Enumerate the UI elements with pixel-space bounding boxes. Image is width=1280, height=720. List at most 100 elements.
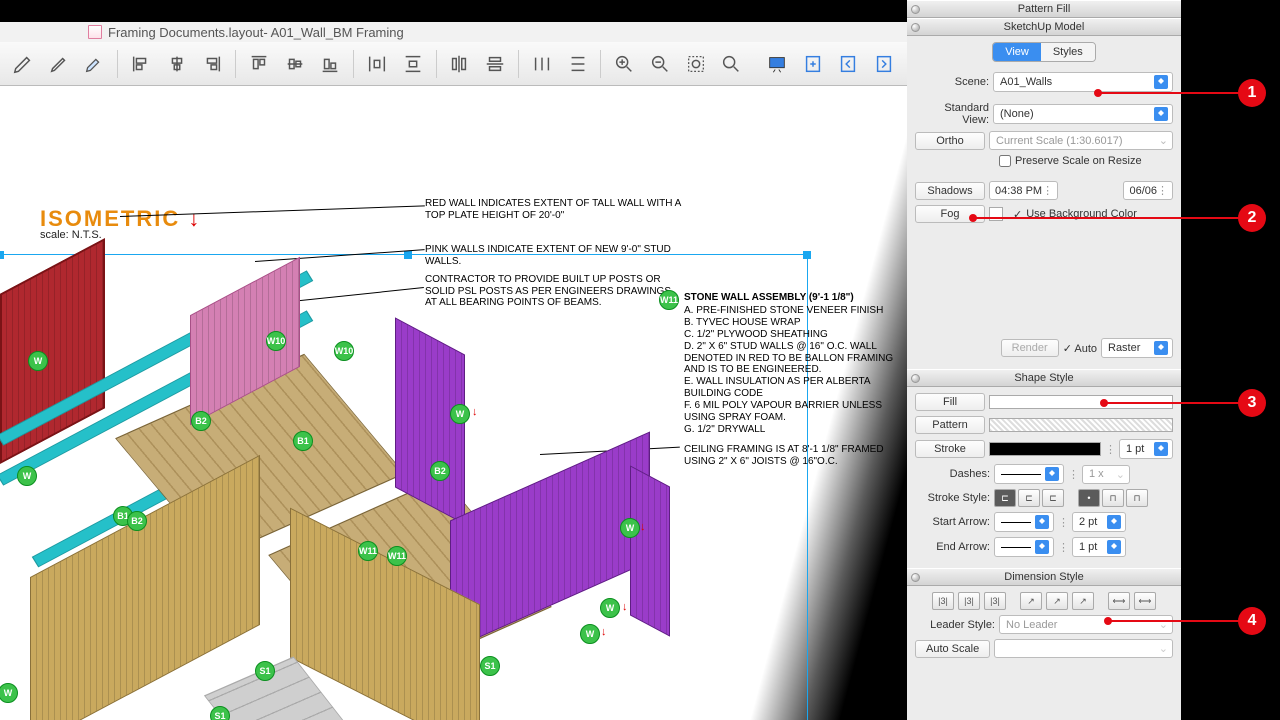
flip-h-icon[interactable] — [447, 50, 473, 78]
preserve-scale-checkbox[interactable] — [999, 155, 1011, 167]
distribute-v-icon[interactable] — [400, 50, 426, 78]
align-left-icon[interactable] — [128, 50, 154, 78]
dash-scale-select[interactable]: 1 x⌄ — [1082, 465, 1130, 484]
tab-view[interactable]: View — [993, 43, 1041, 61]
autoscale-select[interactable]: ⌄ — [994, 639, 1173, 658]
wall-purple-2 — [450, 431, 650, 650]
panel-dimension-style-header[interactable]: Dimension Style — [907, 568, 1181, 586]
align-bottom-icon[interactable] — [318, 50, 344, 78]
dashes-select[interactable] — [994, 464, 1064, 484]
zoom-actual-icon[interactable] — [718, 50, 744, 78]
note-stone-title: STONE WALL ASSEMBLY (9'-1 1/8") — [684, 292, 854, 304]
badge-b1a: B1 — [293, 431, 313, 451]
distribute-gap-v-icon[interactable] — [565, 50, 591, 78]
badge-w11a: W11 — [358, 541, 378, 561]
std-view-label: Standard View: — [915, 102, 989, 126]
pencil-tool-icon[interactable] — [10, 50, 36, 78]
end-arrow-size[interactable]: 1 pt — [1072, 537, 1126, 557]
viewport-title: ISOMETRIC — [40, 206, 180, 231]
ortho-button[interactable]: Ortho — [915, 132, 985, 150]
dim-icon-row[interactable]: |3||3||3| ↗︎↗︎↗︎ ⟷⟷ — [915, 592, 1173, 610]
note-ceiling: CEILING FRAMING IS AT 8'-1 1/8" FRAMED U… — [684, 444, 907, 467]
distribute-gap-h-icon[interactable] — [529, 50, 555, 78]
join-style-group[interactable]: •⊓⊓ — [1078, 489, 1148, 507]
titlebar: Framing Documents.layout- A01_Wall_BM Fr… — [0, 22, 907, 42]
badge-s1c: S1 — [210, 706, 230, 720]
panel-dimension-style-body: |3||3||3| ↗︎↗︎↗︎ ⟷⟷ Leader Style: No Lea… — [907, 586, 1181, 669]
next-page-icon[interactable] — [871, 50, 897, 78]
badge-b2b: B2 — [430, 461, 450, 481]
badge-w10a: W10 — [266, 331, 286, 351]
note-stone-d: D. 2" X 6" STUD WALLS @ 16" O.C. WALL DE… — [684, 341, 907, 376]
start-arrow-size[interactable]: 2 pt — [1072, 512, 1126, 532]
std-view-select[interactable]: (None) — [993, 104, 1173, 124]
note-stone-f: F. 6 MIL POLY VAPOUR BARRIER UNLESS USIN… — [684, 400, 907, 423]
align-top-icon[interactable] — [246, 50, 272, 78]
scale-select[interactable]: Current Scale (1:30.6017)⌄ — [989, 131, 1173, 150]
stroke-button[interactable]: Stroke — [915, 440, 985, 458]
stroke-width-select[interactable]: 1 pt — [1119, 439, 1173, 459]
badge-w1: W — [28, 351, 48, 371]
stroke-swatch[interactable] — [989, 442, 1101, 456]
wall-purple-3 — [630, 465, 670, 636]
highlighter-tool-icon[interactable] — [81, 50, 107, 78]
wall-tan-1 — [30, 455, 260, 720]
panel-sketchup-body: View Styles Scene: A01_Walls Standard Vi… — [907, 36, 1181, 369]
arrow-down-icon: ↓ — [188, 206, 201, 231]
note-pink-wall: PINK WALLS INDICATE EXTENT OF NEW 9'-0" … — [425, 244, 685, 267]
auto-render-checkbox[interactable]: ✓ Auto — [1063, 342, 1097, 355]
shadow-time-input[interactable]: 04:38 PM⋮ — [989, 181, 1058, 200]
distribute-h-icon[interactable] — [364, 50, 390, 78]
pen-tool-icon[interactable] — [46, 50, 72, 78]
panel-pattern-fill-header[interactable]: Pattern Fill — [907, 0, 1181, 18]
tab-styles[interactable]: Styles — [1041, 43, 1095, 61]
end-arrow-select[interactable] — [994, 537, 1054, 557]
callout-4: 4 — [1238, 607, 1266, 635]
flip-v-icon[interactable] — [482, 50, 508, 78]
tabs-view-styles[interactable]: View Styles — [992, 42, 1096, 62]
render-button[interactable]: Render — [1001, 339, 1059, 357]
presentation-icon[interactable] — [764, 50, 790, 78]
shadow-date-input[interactable]: 06/06⋮ — [1123, 181, 1173, 200]
viewport-scale: scale: N.T.S. — [40, 229, 102, 241]
model-viewport[interactable]: W10 W10 W W B2 B1 B2 W B1 B2 W11 W11 W W… — [0, 276, 700, 720]
panel-sketchup-header[interactable]: SketchUp Model — [907, 18, 1181, 36]
pattern-button[interactable]: Pattern — [915, 416, 985, 434]
canvas[interactable]: ISOMETRIC ↓ scale: N.T.S. RED WALL INDIC… — [0, 86, 907, 720]
panel-shape-style-header[interactable]: Shape Style — [907, 369, 1181, 387]
note-stone-c: C. 1/2" PLYWOOD SHEATHING — [684, 329, 828, 341]
callout-3: 3 — [1238, 389, 1266, 417]
zoom-out-icon[interactable] — [647, 50, 673, 78]
badge-s1a: S1 — [480, 656, 500, 676]
badge-w5: W — [580, 624, 600, 644]
badge-w4: W — [600, 598, 620, 618]
align-right-icon[interactable] — [200, 50, 226, 78]
fill-button[interactable]: Fill — [915, 393, 985, 411]
badge-w10b: W10 — [334, 341, 354, 361]
align-middle-icon[interactable] — [282, 50, 308, 78]
document-icon — [88, 25, 102, 39]
note-stone-b: B. TYVEC HOUSE WRAP — [684, 317, 801, 329]
prev-page-icon[interactable] — [836, 50, 862, 78]
pattern-swatch[interactable] — [989, 418, 1173, 432]
shadows-button[interactable]: Shadows — [915, 182, 985, 200]
add-page-icon[interactable] — [800, 50, 826, 78]
align-center-h-icon[interactable] — [164, 50, 190, 78]
callout-1: 1 — [1238, 79, 1266, 107]
badge-w-right: W — [620, 518, 640, 538]
inspector-panels: Pattern Fill SketchUp Model View Styles … — [907, 0, 1181, 720]
zoom-extents-icon[interactable] — [683, 50, 709, 78]
start-arrow-select[interactable] — [994, 512, 1054, 532]
leader-style-select[interactable]: No Leader⌄ — [999, 615, 1173, 634]
autoscale-button[interactable]: Auto Scale — [915, 640, 990, 658]
zoom-in-icon[interactable] — [611, 50, 637, 78]
badge-b2a: B2 — [191, 411, 211, 431]
badge-s1b: S1 — [255, 661, 275, 681]
note-stone-a: A. PRE-FINISHED STONE VENEER FINISH — [684, 305, 883, 317]
badge-w2: W — [450, 404, 470, 424]
badge-w3: W — [17, 466, 37, 486]
cap-style-group[interactable]: ⊏⊏⊏ — [994, 489, 1064, 507]
render-mode-select[interactable]: Raster — [1101, 338, 1173, 358]
scene-select[interactable]: A01_Walls — [993, 72, 1173, 92]
badge-b2c: B2 — [127, 511, 147, 531]
